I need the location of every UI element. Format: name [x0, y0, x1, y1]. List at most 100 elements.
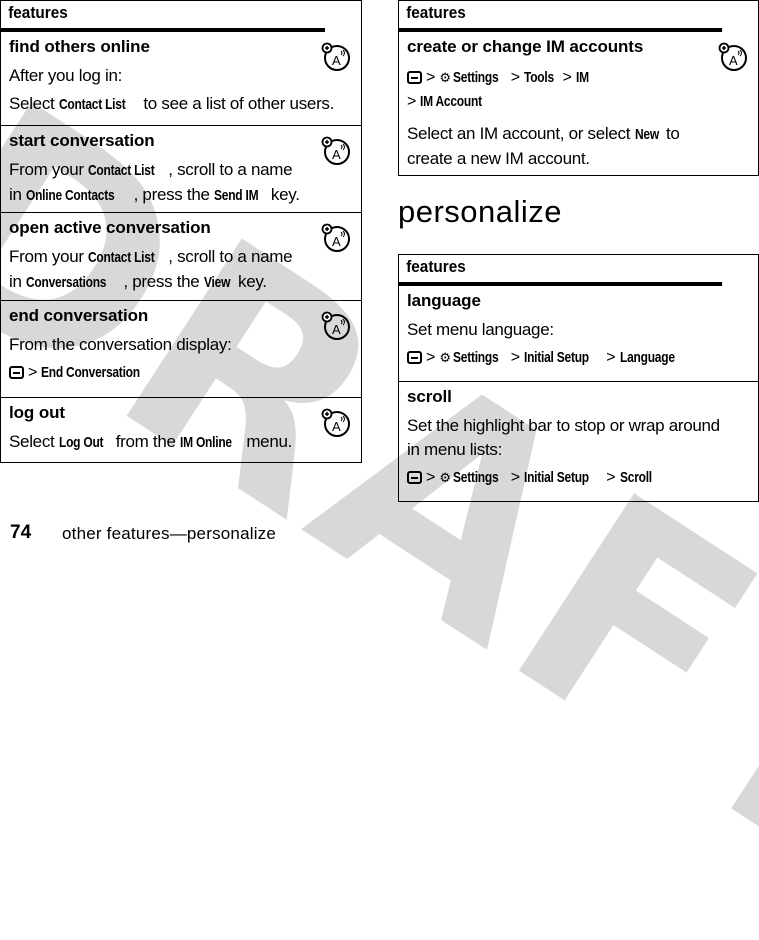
path-separator: >: [606, 469, 616, 486]
feature-row-open-conversation: open active conversation A From your Con…: [1, 212, 361, 300]
menu-key-icon: [407, 71, 422, 84]
im-feature-icon: A: [321, 408, 350, 437]
path-separator: >: [426, 469, 436, 486]
feature-row-log-out: log out A Select Log Out from the IM Onl…: [1, 397, 361, 461]
text: menu.: [241, 432, 293, 451]
menu-item: Tools: [524, 69, 555, 86]
path-separator: >: [28, 364, 38, 381]
path-separator: >: [606, 349, 616, 366]
feature-text: create a new IM account.: [407, 149, 590, 168]
text: , press the: [123, 272, 204, 291]
feature-title: find others online: [9, 37, 150, 56]
feature-text: Select an IM account, or select New to: [407, 122, 750, 147]
svg-text:A: A: [332, 147, 341, 162]
feature-text: After you log in:: [9, 66, 123, 85]
feature-row-end-conversation: end conversation A From the conversation…: [1, 300, 361, 397]
feature-title: start conversation: [9, 131, 155, 150]
section-heading: personalize: [398, 194, 563, 229]
feature-text: From your Contact List , scroll to a name: [9, 158, 353, 183]
menu-keyword: Contact List: [88, 162, 155, 179]
im-feature-icon: A: [321, 136, 350, 165]
text: in: [9, 185, 27, 204]
feature-row-find-others: find others online A After you log in: S…: [1, 32, 361, 125]
text: to see a list of other users.: [138, 94, 335, 113]
text: , scroll to a name: [168, 247, 293, 266]
menu-name: IM Online: [180, 434, 232, 451]
key-name: Send IM: [214, 187, 259, 204]
settings-icon: ⚙: [439, 470, 451, 485]
menu-key-icon: [9, 366, 24, 379]
menu-path: > ⚙ Settings > Tools > IM: [407, 66, 750, 90]
text: key.: [233, 272, 267, 291]
page-number: 74: [10, 522, 32, 543]
footer-section-title: other features—personalize: [62, 524, 277, 543]
feature-row-language: language Set menu language: > ⚙ Settings > I…: [399, 286, 758, 381]
table-header: features: [1, 1, 325, 32]
menu-path: > End Conversation: [9, 361, 353, 385]
settings-icon: ⚙: [439, 350, 451, 365]
path-separator: >: [426, 69, 436, 86]
feature-text: in menu lists:: [407, 440, 503, 459]
text: key.: [266, 185, 300, 204]
menu-item: Initial Setup: [524, 349, 590, 366]
im-feature-icon: A: [321, 42, 350, 71]
text: from the: [111, 432, 181, 451]
path-separator: >: [510, 469, 521, 486]
text: From your: [9, 247, 89, 266]
key-name: View: [203, 274, 231, 291]
text: , scroll to a name: [168, 160, 293, 179]
path-separator: >: [407, 93, 417, 110]
personalize-features-table: features language Set menu language: > ⚙ S…: [398, 254, 759, 502]
feature-text: in Online Contacts , press the Send IM ke…: [9, 183, 353, 208]
menu-keyword: Online Contacts: [26, 187, 115, 204]
feature-title: language: [407, 291, 481, 310]
feature-row-im-accounts: create or change IM accounts A > ⚙ Setting…: [399, 32, 758, 177]
im-accounts-table: features create or change IM accounts A …: [398, 0, 759, 176]
feature-title: log out: [9, 403, 65, 422]
menu-item: IM: [575, 69, 589, 86]
text: Select: [9, 432, 59, 451]
feature-text: Set the highlight bar to stop or wrap ar…: [407, 416, 720, 435]
feature-text: From the conversation display:: [9, 335, 232, 354]
menu-path-continued: > IM Account: [407, 90, 750, 114]
svg-text:A: A: [332, 234, 341, 249]
text: in: [9, 272, 27, 291]
path-separator: >: [562, 69, 572, 86]
settings-icon: ⚙: [439, 70, 451, 85]
text: Select an IM account, or select: [407, 124, 635, 143]
svg-text:A: A: [729, 53, 738, 68]
feature-text: From your Contact List , scroll to a name: [9, 245, 353, 270]
path-separator: >: [510, 349, 521, 366]
feature-row-start-conversation: start conversation A From your Contact L…: [1, 125, 361, 212]
menu-item: IM Account: [420, 93, 483, 110]
im-features-table: features find others online A After you …: [0, 0, 362, 463]
menu-item: Settings: [453, 69, 499, 86]
menu-item: Log Out: [58, 434, 104, 451]
menu-keyword: Conversations: [26, 274, 107, 291]
text: to: [661, 124, 680, 143]
text: From your: [9, 160, 89, 179]
feature-title: end conversation: [9, 306, 149, 325]
feature-row-scroll: scroll Set the highlight bar to stop or …: [399, 381, 758, 496]
feature-title: scroll: [407, 387, 452, 406]
menu-item: Scroll: [619, 469, 652, 486]
svg-text:A: A: [332, 322, 341, 337]
menu-item: Settings: [453, 349, 499, 366]
menu-keyword: Contact List: [88, 249, 155, 266]
feature-title: open active conversation: [9, 218, 211, 237]
path-separator: >: [426, 349, 436, 366]
im-feature-icon: A: [321, 223, 350, 252]
feature-title: create or change IM accounts: [407, 37, 644, 56]
menu-key-icon: [407, 351, 422, 364]
feature-text: Set menu language:: [407, 320, 554, 339]
text: , press the: [133, 185, 215, 204]
table-header: features: [399, 1, 723, 32]
menu-key-icon: [407, 471, 422, 484]
feature-text: in Conversations , press the View key.: [9, 270, 353, 295]
text: Select: [9, 94, 59, 113]
menu-item: Initial Setup: [524, 469, 590, 486]
path-separator: >: [510, 69, 521, 86]
menu-keyword: Contact List: [58, 96, 126, 113]
menu-path: > ⚙ Settings > Initial Setup > Scroll: [407, 466, 750, 490]
menu-item: Settings: [453, 469, 499, 486]
